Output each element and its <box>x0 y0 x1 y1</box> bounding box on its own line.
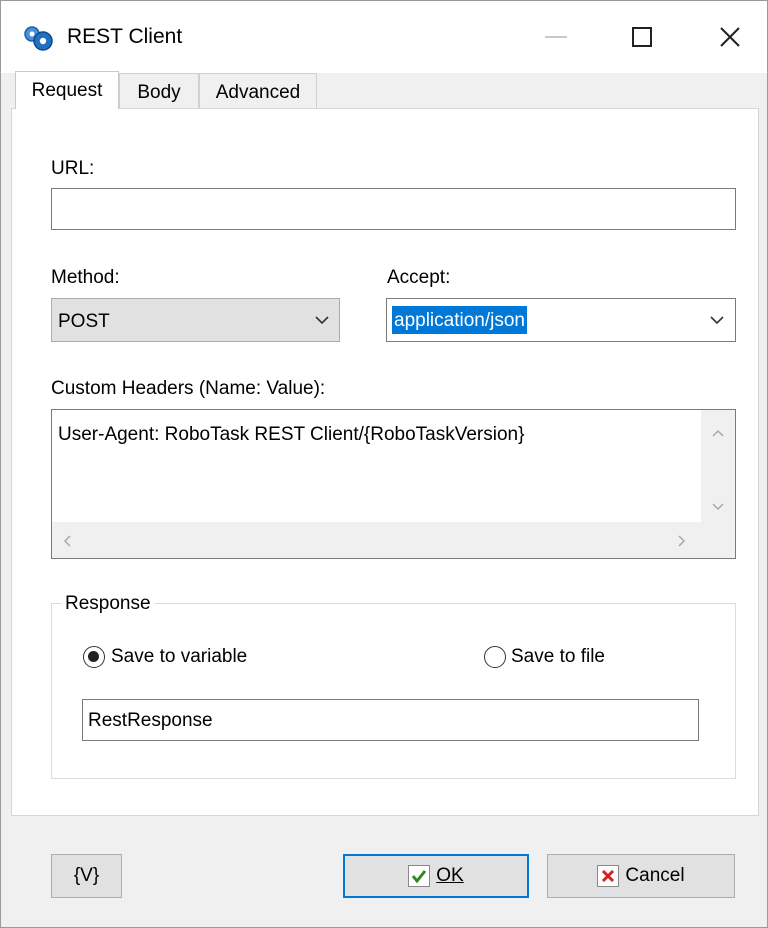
custom-headers-text: User-Agent: RoboTask REST Client/{RoboTa… <box>58 424 525 445</box>
x-icon <box>597 865 620 887</box>
save-to-variable-label[interactable]: Save to variable <box>111 646 247 668</box>
accept-value: application/json <box>392 306 527 334</box>
method-label: Method: <box>51 267 120 288</box>
cancel-button-label: Cancel <box>625 865 685 886</box>
save-to-file-radio[interactable] <box>484 646 506 668</box>
window-title: REST Client <box>67 25 183 48</box>
chevron-down-icon <box>710 316 724 325</box>
custom-headers-label: Custom Headers (Name: Value): <box>51 378 326 399</box>
chevron-up-icon[interactable] <box>711 428 725 438</box>
horizontal-scrollbar[interactable] <box>52 522 701 558</box>
accept-combo[interactable]: application/json <box>386 298 736 342</box>
title-bar: REST Client <box>1 1 767 73</box>
save-to-variable-radio[interactable] <box>83 646 105 668</box>
variables-button[interactable]: {V} <box>51 854 122 898</box>
close-button[interactable] <box>695 1 765 73</box>
chevron-right-icon[interactable] <box>677 534 687 548</box>
ok-button[interactable]: OK <box>343 854 529 898</box>
response-groupbox <box>51 603 736 779</box>
tab-body[interactable]: Body <box>119 73 199 109</box>
url-label: URL: <box>51 158 95 179</box>
close-icon <box>720 27 740 47</box>
ok-button-label: OK <box>436 865 464 886</box>
app-gears-icon <box>24 26 53 51</box>
method-value: POST <box>58 311 110 332</box>
method-select[interactable]: POST <box>51 298 340 342</box>
url-input[interactable] <box>51 188 736 230</box>
chevron-left-icon[interactable] <box>62 534 72 548</box>
tab-request[interactable]: Request <box>15 71 119 109</box>
custom-headers-textarea[interactable]: User-Agent: RoboTask REST Client/{RoboTa… <box>51 409 736 559</box>
cancel-button[interactable]: Cancel <box>547 854 735 898</box>
radio-selected-dot <box>88 651 99 662</box>
maximize-button[interactable] <box>607 1 677 73</box>
rest-client-window: REST Client Request Body Advanced URL: M… <box>0 0 768 928</box>
tab-advanced[interactable]: Advanced <box>199 73 317 109</box>
vertical-scrollbar[interactable] <box>701 410 735 522</box>
maximize-icon <box>632 27 652 47</box>
minimize-button[interactable] <box>521 1 591 73</box>
chevron-down-icon <box>315 316 329 325</box>
response-variable-value: RestResponse <box>88 710 213 731</box>
response-variable-input[interactable]: RestResponse <box>82 699 699 741</box>
minimize-icon <box>545 36 567 38</box>
save-to-file-label[interactable]: Save to file <box>511 646 605 668</box>
variables-button-label: {V} <box>73 865 100 886</box>
scrollbar-corner <box>701 522 735 558</box>
response-group-title: Response <box>61 593 155 615</box>
chevron-down-icon[interactable] <box>711 502 725 512</box>
accept-label: Accept: <box>387 267 451 288</box>
check-icon <box>408 865 431 887</box>
